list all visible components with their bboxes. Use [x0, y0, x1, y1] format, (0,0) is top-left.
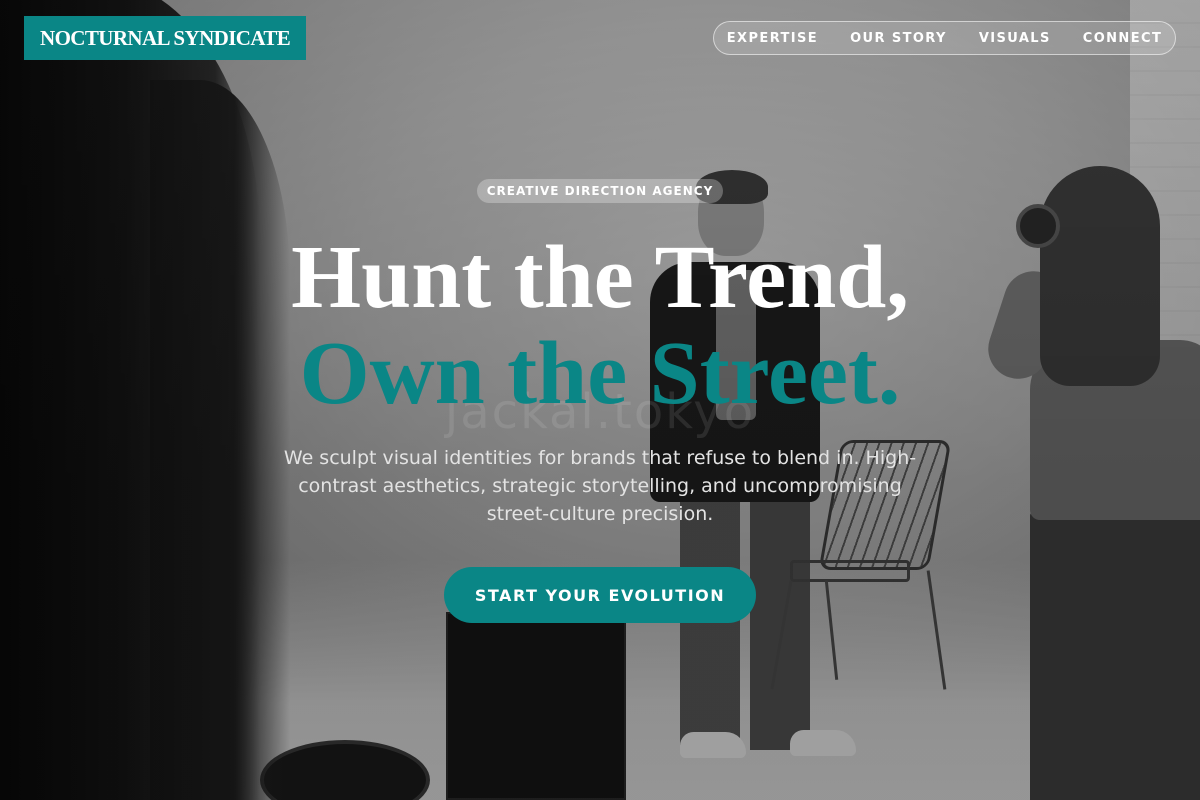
brand-logo[interactable]: NOCTURNAL SYNDICATE	[24, 16, 307, 60]
main-nav: EXPERTISE OUR STORY VISUALS CONNECT	[713, 21, 1176, 55]
nav-item-visuals[interactable]: VISUALS	[963, 31, 1067, 46]
nav-item-our-story[interactable]: OUR STORY	[834, 31, 963, 46]
hero-tagline: We sculpt visual identities for brands t…	[283, 447, 917, 525]
nav-item-expertise[interactable]: EXPERTISE	[711, 31, 834, 46]
hero-badge: CREATIVE DIRECTION AGENCY	[477, 179, 723, 203]
headline-line-1: Hunt the Trend,	[291, 228, 909, 327]
headline-line-2: Own the Street.	[299, 324, 901, 423]
nav-item-connect[interactable]: CONNECT	[1067, 31, 1178, 46]
cta-button[interactable]: START YOUR EVOLUTION	[444, 567, 756, 623]
